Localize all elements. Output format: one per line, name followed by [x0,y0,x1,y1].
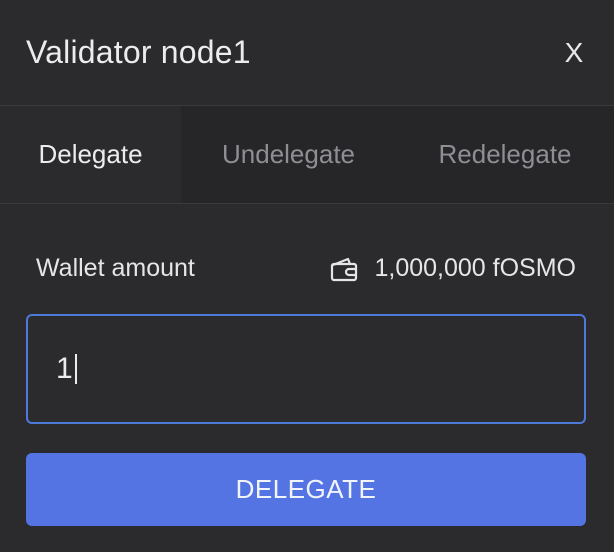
amount-input-value: 1 [56,352,73,385]
wallet-balance-value: 1,000,000 fOSMO [374,254,576,282]
wallet-icon [330,256,358,282]
modal-title: Validator node1 [26,34,251,70]
tab-undelegate[interactable]: Undelegate [181,106,396,203]
close-button[interactable]: X [556,35,592,71]
delegate-button[interactable]: DELEGATE [26,453,586,526]
modal-header: Validator node1 X [0,0,614,106]
text-caret [74,354,77,384]
tab-redelegate[interactable]: Redelegate [396,106,614,203]
tab-bar: Delegate Undelegate Redelegate [0,106,614,204]
tab-delegate[interactable]: Delegate [0,106,181,203]
amount-input[interactable]: 1 [26,314,586,424]
wallet-row: Wallet amount 1,000,000 fOSMO [36,254,576,283]
wallet-amount-label: Wallet amount [36,254,195,282]
validator-modal: Validator node1 X Delegate Undelegate Re… [0,0,614,552]
wallet-balance: 1,000,000 fOSMO [330,254,576,283]
